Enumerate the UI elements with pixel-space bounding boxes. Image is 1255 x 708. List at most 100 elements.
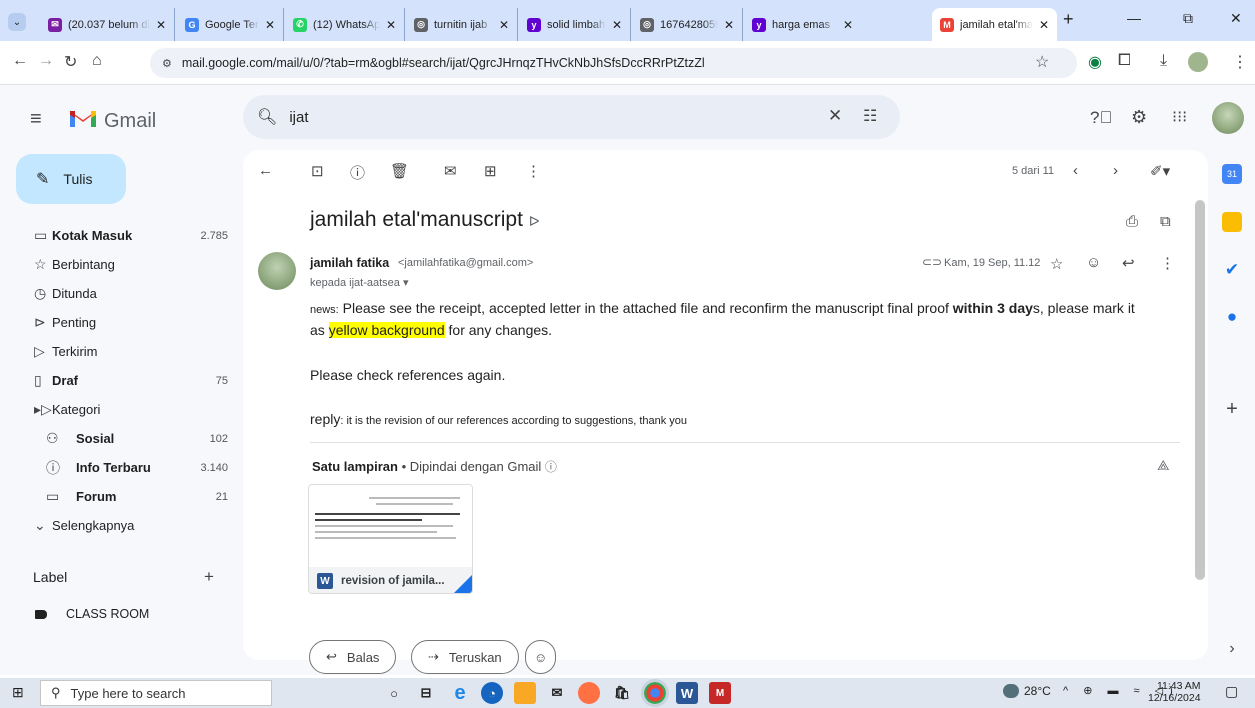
sidebar-item-forum[interactable]: ▭ Forum 21 (16, 482, 228, 511)
download-icon[interactable]: ⤓ (1160, 52, 1167, 70)
sidebar-item-penting[interactable]: ⊳ Penting (16, 308, 228, 337)
attachment-card[interactable]: W revision of jamila... (308, 484, 473, 594)
label-item-class-room[interactable]: CLASS ROOM (35, 607, 149, 621)
tab-search-button[interactable]: ⌄ (8, 13, 26, 31)
delete-icon[interactable]: 🗑︎ (390, 162, 409, 180)
sidebar-item-sosial[interactable]: ⚇ Sosial 102 (16, 424, 228, 453)
recipients-toggle[interactable]: kepada ijat-aatsea ▾ (310, 276, 408, 289)
site-info-icon[interactable]: ⚙ (162, 57, 172, 70)
browser-tab-7[interactable]: y harga emas ✕ (744, 8, 861, 41)
sidebar-item-selengkapnya[interactable]: ⌄ Selengkapnya (16, 511, 228, 540)
new-tab-button[interactable]: + (1063, 9, 1074, 30)
help-icon[interactable]: ?⃝ (1090, 108, 1112, 128)
show-side-panel-icon[interactable]: › (1222, 640, 1242, 660)
search-bar[interactable]: 🔍︎ ijat ✕ ☷ (243, 95, 900, 139)
home-icon[interactable]: ⌂ (92, 52, 102, 70)
firefox-icon[interactable] (578, 682, 600, 704)
close-window-button[interactable]: ✕ (1230, 10, 1242, 27)
profile-avatar[interactable] (1188, 52, 1208, 72)
tab-close-icon[interactable]: ✕ (1039, 18, 1049, 32)
browser-tab-8[interactable]: Mjamilah etal'manuscript ✕ (932, 8, 1057, 41)
message-scrollbar[interactable] (1195, 200, 1205, 580)
emoji-reaction-button[interactable]: ☺ (525, 640, 557, 674)
browser-tab-6[interactable]: ◎ 16764280590 ✕ (632, 8, 743, 41)
word-icon[interactable]: W (676, 682, 698, 704)
sidebar-item-ditunda[interactable]: ◷ Ditunda (16, 279, 228, 308)
browser-tab-5[interactable]: y solid limbah ✕ (519, 8, 631, 41)
mark-unread-icon[interactable]: ✉ (444, 162, 457, 180)
report-spam-icon[interactable]: ⓘ (350, 162, 365, 183)
cortana-icon[interactable]: ○ (383, 682, 405, 704)
star-message-icon[interactable]: ☆ (1050, 255, 1063, 273)
taskbar-clock[interactable]: 11:43 AM 12/16/2024 (1148, 680, 1201, 704)
compose-button[interactable]: ✎ Tulis (16, 154, 126, 204)
browser-tab-3[interactable]: ✆ (12) WhatsApp ✕ (285, 8, 405, 41)
windows-start-icon[interactable]: ⊞ (12, 684, 24, 701)
tab-close-icon[interactable]: ✕ (265, 18, 275, 32)
minimize-button[interactable]: — (1127, 10, 1141, 26)
sender-name[interactable]: jamilah fatika (310, 256, 389, 270)
extension-icon[interactable]: ◉ (1088, 52, 1102, 72)
tab-close-icon[interactable]: ✕ (724, 18, 734, 32)
task-view-icon[interactable]: ⊟ (415, 682, 437, 704)
account-avatar[interactable] (1212, 102, 1244, 134)
forward-button[interactable]: ⇢ Teruskan (411, 640, 519, 674)
sidebar-item-kotak-masuk[interactable]: ▭ Kotak Masuk 2.785 (16, 221, 228, 250)
mail-icon[interactable]: ✉ (546, 682, 568, 704)
open-new-window-icon[interactable]: ⧉ (1160, 213, 1171, 230)
search-options-icon[interactable]: ☷ (863, 106, 877, 126)
tab-close-icon[interactable]: ✕ (156, 18, 166, 32)
store-icon[interactable]: 🛍︎ (611, 682, 633, 704)
get-addons-icon[interactable]: + (1222, 398, 1242, 420)
input-tools-icon[interactable]: ✐▾ (1150, 162, 1170, 180)
move-to-icon[interactable]: ⊞ (484, 162, 497, 180)
keep-icon[interactable] (1222, 212, 1242, 232)
newer-icon[interactable]: ‹ (1073, 162, 1078, 179)
scan-info-icon[interactable]: ⓘ (545, 460, 557, 474)
reply-icon[interactable]: ↩ (1122, 254, 1135, 272)
mendeley-icon[interactable]: M (709, 682, 731, 704)
contacts-icon[interactable]: ● (1222, 307, 1242, 327)
notification-icon[interactable]: ▢ (1225, 683, 1238, 700)
older-icon[interactable]: › (1113, 162, 1118, 179)
add-to-drive-icon[interactable]: ⟁ (1157, 457, 1170, 474)
print-icon[interactable]: ⎙ (1126, 213, 1138, 230)
search-input[interactable]: ijat (289, 109, 308, 126)
apps-grid-icon[interactable]: ⁝⁝⁝ (1172, 107, 1187, 127)
emoji-reaction-icon[interactable]: ☺ (1086, 254, 1101, 271)
reply-button[interactable]: ↩ Balas (309, 640, 397, 674)
edge-icon[interactable]: e (449, 682, 471, 704)
tab-close-icon[interactable]: ✕ (386, 18, 396, 32)
tasks-icon[interactable]: ✔ (1222, 260, 1242, 280)
restore-button[interactable]: ⧉ (1183, 10, 1193, 27)
add-label-icon[interactable]: + (204, 567, 214, 587)
browser-menu-icon[interactable]: ⋮ (1232, 52, 1248, 72)
browser-tab-4[interactable]: ◎ turnitin ijab ✕ (406, 8, 518, 41)
file-explorer-icon[interactable] (514, 682, 536, 704)
tab-close-icon[interactable]: ✕ (843, 18, 853, 32)
sidebar-item-terkirim[interactable]: ▷ Terkirim (16, 337, 228, 366)
forward-icon[interactable]: → (38, 52, 54, 70)
weather-widget[interactable]: 28°C (1003, 684, 1051, 698)
address-bar[interactable]: ⚙ mail.google.com/mail/u/0/?tab=rm&ogbl#… (150, 48, 1077, 78)
tab-close-icon[interactable]: ✕ (612, 18, 622, 32)
archive-icon[interactable]: ⊡ (311, 162, 324, 180)
sidebar-item-info-terbaru[interactable]: ⓘ Info Terbaru 3.140 (16, 453, 228, 482)
clear-search-icon[interactable]: ✕ (828, 106, 842, 126)
main-menu-icon[interactable]: ≡ (30, 108, 42, 131)
back-to-search-icon[interactable]: ← (258, 162, 273, 179)
extensions-puzzle-icon[interactable]: ⧠ (1118, 52, 1131, 70)
sidebar-item-kategori[interactable]: ▸▷ Kategori (16, 395, 228, 424)
taskbar-search[interactable]: ⚲ Type here to search (40, 680, 272, 706)
important-marker-icon[interactable]: ᐅ (529, 213, 540, 229)
sender-avatar[interactable] (258, 252, 296, 290)
bookmark-star-icon[interactable]: ☆ (1035, 52, 1049, 72)
calendar-icon[interactable]: 31 (1222, 164, 1242, 184)
browser-tab-1[interactable]: ✉ (20.037 belum dibaca) ✕ (40, 8, 175, 41)
sidebar-item-draf[interactable]: ▯ Draf 75 (16, 366, 228, 395)
edge-new-icon[interactable]: ◔ (481, 682, 503, 704)
browser-tab-2[interactable]: G Google Terjemahan ✕ (177, 8, 284, 41)
message-more-icon[interactable]: ⋮ (1160, 254, 1175, 272)
settings-gear-icon[interactable]: ⚙ (1131, 107, 1147, 128)
gmail-logo-icon[interactable] (68, 107, 98, 132)
